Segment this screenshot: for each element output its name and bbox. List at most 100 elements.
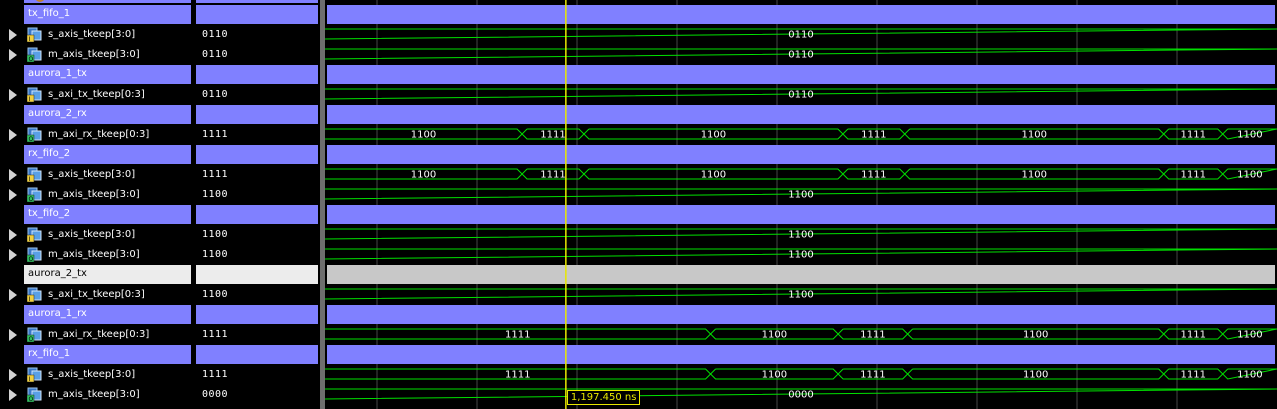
signal-waveform[interactable]: 1111 1100 1111 1100 1111 1100 [325,328,1277,341]
group-wave-bar[interactable] [327,305,1275,324]
group-label: tx_fifo_2 [28,208,71,219]
signal-waveform[interactable]: 0110 [325,88,1277,101]
expand-arrow-icon[interactable] [9,289,17,301]
signal-name: s_axis_tkeep[3:0] [48,229,136,240]
group-row[interactable]: aurora_2_rx [24,105,191,124]
partial-group-row[interactable] [24,0,191,3]
signal-row[interactable]: Is_axi_tx_tkeep[0:3] [0,85,193,105]
bus-value-label: 1100 [788,290,813,301]
input-port-icon: I [27,27,42,42]
signal-row[interactable]: Om_axis_tkeep[3:0] [0,245,193,265]
expand-arrow-icon[interactable] [9,29,17,41]
bus-value-label: 1100 [701,130,726,141]
group-label: aurora_1_rx [28,308,87,319]
expand-arrow-icon[interactable] [9,189,17,201]
bus-value-label: 1111 [540,170,565,181]
signal-row[interactable]: Om_axis_tkeep[3:0] [0,185,193,205]
group-value-cell [196,5,318,24]
bus-value-label: 1100 [1023,370,1048,381]
group-wave-bar[interactable] [327,345,1275,364]
group-row[interactable]: aurora_1_tx [24,65,191,84]
group-row[interactable]: aurora_2_tx [24,265,191,284]
signal-values-pane[interactable]: 0110 0110 0110 1111 1111 1100 1100 1100 1100 1111… [194,0,320,409]
expand-arrow-icon[interactable] [9,369,17,381]
signal-row[interactable]: Is_axis_tkeep[3:0] [0,365,193,385]
signal-waveform[interactable]: 1100 [325,188,1277,201]
group-wave-bar[interactable] [327,145,1275,164]
bus-value-label: 1100 [411,130,436,141]
signal-waveform[interactable]: 0000 [325,388,1277,401]
expand-arrow-icon[interactable] [9,169,17,181]
signal-waveform[interactable]: 0110 [325,48,1277,61]
group-wave-bar[interactable] [327,65,1275,84]
bus-value-label: 0110 [788,50,813,61]
signal-value: 1111 [202,369,229,380]
svg-text:I: I [29,376,31,382]
signal-row[interactable]: Om_axis_tkeep[3:0] [0,45,193,65]
signal-value-cell: 0110 [194,25,320,45]
signal-row[interactable]: Om_axi_rx_tkeep[0:3] [0,325,193,345]
expand-arrow-icon[interactable] [9,229,17,241]
signal-waveform[interactable]: 1100 [325,228,1277,241]
output-port-icon: O [27,247,42,262]
bus-value-label: 1111 [860,370,885,381]
svg-text:I: I [29,176,31,182]
group-value-cell [196,145,318,164]
group-row[interactable]: tx_fifo_2 [24,205,191,224]
group-row[interactable]: rx_fifo_1 [24,345,191,364]
bus-value-label: 1100 [762,370,787,381]
signal-row[interactable]: Is_axis_tkeep[3:0] [0,225,193,245]
signal-waveform[interactable]: 1100 [325,248,1277,261]
signal-waveform[interactable]: 1100 1111 1100 1111 1100 1111 1100 [325,128,1277,141]
svg-text:I: I [29,236,31,242]
svg-text:O: O [29,136,34,142]
group-value-cell [196,105,318,124]
expand-arrow-icon[interactable] [9,329,17,341]
expand-arrow-icon[interactable] [9,249,17,261]
signal-value-cell: 1100 [194,285,320,305]
group-row[interactable]: aurora_1_rx [24,305,191,324]
signal-waveform[interactable]: 0110 [325,28,1277,41]
expand-arrow-icon[interactable] [9,89,17,101]
signal-row[interactable]: Is_axi_tx_tkeep[0:3] [0,285,193,305]
signal-value-cell: 1100 [194,225,320,245]
waveform-canvas[interactable]: 0110011001101100 1111 1100 1111 1100 1111 1100… [325,0,1277,409]
svg-text:O: O [29,56,34,62]
group-row[interactable]: rx_fifo_2 [24,145,191,164]
input-port-icon: I [27,167,42,182]
expand-arrow-icon[interactable] [9,389,17,401]
signal-waveform[interactable]: 1100 1111 1100 1111 1100 1111 1100 [325,168,1277,181]
signal-name: s_axis_tkeep[3:0] [48,29,136,40]
group-label: aurora_2_rx [28,108,87,119]
group-value-cell [196,265,318,284]
signal-value-cell: 0110 [194,45,320,65]
svg-text:O: O [29,336,34,342]
group-wave-bar[interactable] [327,5,1275,24]
signal-value: 0110 [202,89,229,100]
signal-row[interactable]: Om_axi_rx_tkeep[0:3] [0,125,193,145]
waveform-pane[interactable]: 0110 0110 0110 1100 1111 1100 1111 1100 1111 1100… [325,0,1277,409]
group-value-cell [196,65,318,84]
group-wave-bar[interactable] [327,205,1275,224]
signal-value: 1111 [202,169,229,180]
bus-value-label: 1111 [505,370,530,381]
bus-value-label: 1100 [1237,370,1262,381]
group-label: rx_fifo_2 [28,148,71,159]
input-port-icon: I [27,367,42,382]
signal-row[interactable]: Is_axis_tkeep[3:0] [0,165,193,185]
signal-names-pane[interactable]: tx_fifo_1 Is_axis_tkeep[3:0] Om_axis_tkeep… [0,0,193,409]
signal-value-cell: 0110 [194,85,320,105]
signal-waveform[interactable]: 1100 [325,288,1277,301]
signal-row[interactable]: Is_axis_tkeep[3:0] [0,25,193,45]
group-wave-bar[interactable] [327,265,1275,284]
signal-waveform[interactable]: 1111 1100 1111 1100 1111 1100 [325,368,1277,381]
expand-arrow-icon[interactable] [9,129,17,141]
group-label: aurora_1_tx [28,68,87,79]
group-wave-bar[interactable] [327,105,1275,124]
signal-value-cell: 1100 [194,185,320,205]
group-row[interactable]: tx_fifo_1 [24,5,191,24]
signal-name: s_axis_tkeep[3:0] [48,369,136,380]
expand-arrow-icon[interactable] [9,49,17,61]
signal-value-cell: 1111 [194,165,320,185]
signal-row[interactable]: Om_axis_tkeep[3:0] [0,385,193,405]
